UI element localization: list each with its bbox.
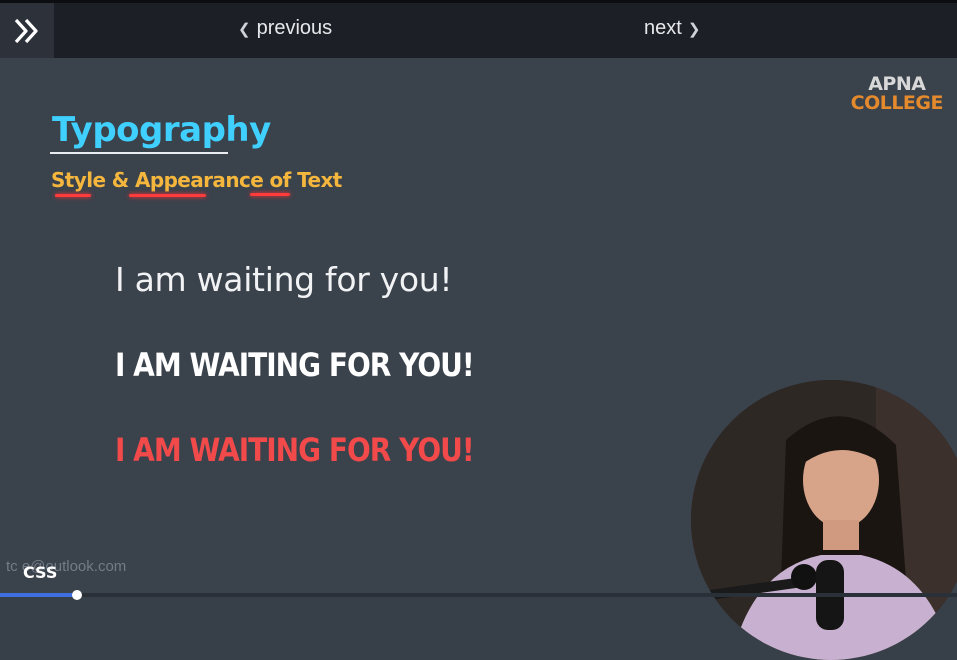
sample-text-fancy-red: I AM WAITING FOR YOU! [115,431,475,469]
double-chevron-right-icon [14,18,38,43]
sample-text-normal: I am waiting for you! [115,260,453,299]
chevron-right-icon: ❯ [687,20,701,38]
topic-label: CSS [23,563,58,582]
progress-fill [0,593,77,597]
video-slide: APNA COLLEGE Typography Style & Appearan… [0,58,957,660]
video-progress-bar[interactable] [0,590,957,600]
previous-button[interactable]: ❮ previous [238,17,332,40]
previous-label: previous [256,17,333,39]
presenter-webcam [691,380,957,660]
title-underline [50,152,228,154]
slide-title: Typography [52,110,271,150]
logo-line-2: COLLEGE [850,92,944,114]
presenter-image [691,380,957,660]
slide-subtitle: Style & Appearance of Text [51,168,342,192]
apna-college-logo: APNA COLLEGE [850,75,944,114]
annotation-underline-style [55,194,91,197]
top-nav-bar: ❮ previous next ❯ [0,0,957,58]
expand-sidebar-button[interactable] [0,3,54,58]
annotation-underline-text [250,193,290,196]
sample-text-fancy-white: I AM WAITING FOR YOU! [115,346,475,384]
annotation-underline-appearance [129,194,206,197]
progress-handle[interactable] [72,590,82,600]
next-label: next [644,17,682,39]
chevron-left-icon: ❮ [238,20,251,38]
next-button[interactable]: next ❯ [644,17,700,40]
